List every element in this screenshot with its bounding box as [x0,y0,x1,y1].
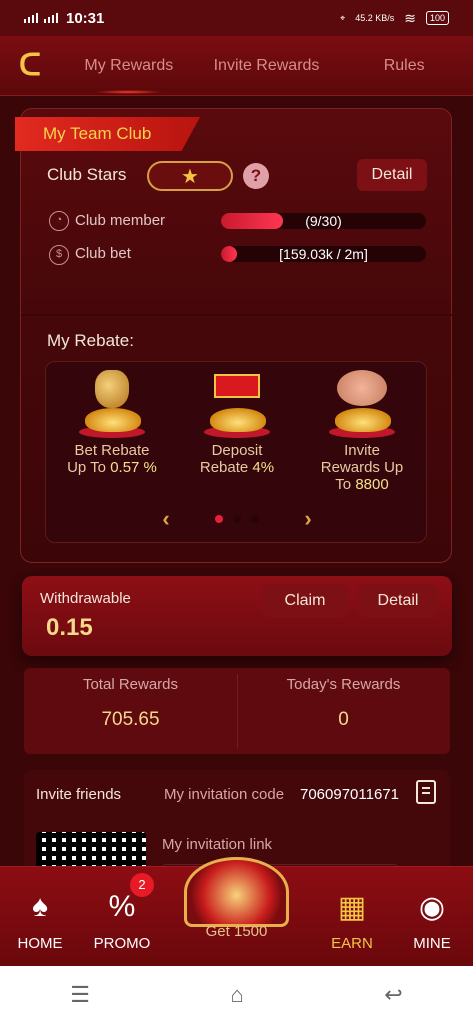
spade-icon: ♠ [32,890,48,923]
todays-rewards-value: 0 [338,709,349,730]
tab-rules[interactable]: Rules [335,36,473,96]
clock: 10:31 [66,9,105,27]
gift-icon: ▦ [337,890,367,924]
tab-my-rewards[interactable]: My Rewards [60,36,198,96]
mine-icon: ◉ [418,890,446,924]
invite-friends-title: Invite friends [36,786,122,803]
rebate-title: My Rebate: [47,331,134,350]
rebate-deposit-value: 4% [252,459,275,476]
claim-button[interactable]: Claim [262,584,348,618]
nav-earn-label: EARN [331,935,373,952]
rewards-summary: Total Rewards 705.65 Today's Rewards 0 [24,668,450,754]
back-button[interactable]: ᑕ [0,36,60,96]
top-nav: ᑕ My Rewards Invite Rewards Rules [0,36,473,96]
bottom-nav: ♠ HOME % 2 PROMO Get 1500 ▦ EARN ◉ MINE [0,857,473,966]
invitation-code: 706097011671 [300,786,399,803]
nav-home-label: HOME [17,935,63,952]
rebate-bet-line2: Up To [67,459,111,476]
club-bet-label: Club bet [75,245,131,262]
nav-earn[interactable]: ▦ EARN [312,885,392,953]
rebate-bet-line1: Bet Rebate [74,442,150,459]
club-member-label: Club member [75,212,166,229]
rebate-item-deposit: Deposit Rebate 4% [177,368,297,476]
rebate-item-invite: Invite Rewards Up To 8800 [302,368,422,493]
star-icon: ★ [181,165,199,188]
nav-mine-label: MINE [413,935,451,952]
home-icon[interactable]: ⌂ [230,982,243,1008]
help-icon[interactable]: ? [243,163,269,189]
back-arrow-icon: ᑕ [19,49,41,82]
bet-icon: $ [49,245,69,265]
club-member-bar: (9/30) [221,213,426,229]
club-bet-bar: [159.03k / 2m] [221,246,426,262]
withdrawable-label: Withdrawable [40,590,131,607]
total-rewards-label: Total Rewards [82,676,179,693]
nav-mine[interactable]: ◉ MINE [392,885,472,953]
tab-invite-rewards[interactable]: Invite Rewards [198,36,336,96]
team-club-card: My Team Club Club Stars ★ ? Detail ◔ Clu… [15,108,453,563]
signal-icon [24,13,38,23]
chevron-right-icon[interactable]: › [299,508,317,530]
total-rewards: Total Rewards 705.65 [24,668,237,754]
location-icon: ⌖ [340,12,346,23]
chevron-left-icon[interactable]: ‹ [157,508,175,530]
qr-code [36,832,146,866]
lucky-wheel-icon[interactable] [184,857,289,927]
pager-dot-1[interactable] [215,515,223,523]
pager-dot-2[interactable] [233,515,241,523]
menu-icon[interactable]: ☰ [70,982,90,1008]
system-nav: ☰ ⌂ ↩ [0,966,473,1024]
get-bonus-label[interactable]: Get 1500 [184,923,289,940]
invitation-link-label: My invitation link [162,836,273,853]
invitation-code-label: My invitation code [164,786,285,803]
club-stars-label: Club Stars [47,165,127,184]
nav-home[interactable]: ♠ HOME [0,885,80,952]
carousel-pager: ‹ › [46,508,428,530]
rebate-invite-line1: Invite [344,442,380,459]
status-bar: 10:31 ⌖ 45.2 KB/s ≋ 100 [0,0,473,36]
user-icon: ◔ [49,211,69,231]
content-scroll[interactable]: My Team Club Club Stars ★ ? Detail ◔ Clu… [0,96,473,866]
rebate-item-bet: Bet Rebate Up To 0.57 % [52,368,172,476]
rebate-invite-line2: Rewards Up [320,459,404,476]
back-icon[interactable]: ↩ [384,982,402,1008]
withdraw-card: Withdrawable 0.15 Claim Detail [22,576,452,656]
club-bet-value: [159.03k / 2m] [279,246,368,262]
copy-icon[interactable] [416,780,436,804]
withdraw-detail-button[interactable]: Detail [358,584,438,618]
signal-icon-2 [44,13,58,23]
club-stars-badge: ★ [147,161,233,191]
rebate-deposit-line2: Rebate [199,459,253,476]
money-bag-icon [77,368,147,438]
gift-coins-icon [202,368,272,438]
todays-rewards-label: Today's Rewards [286,676,401,693]
rebate-invite-line3: To [335,476,356,493]
total-rewards-value: 705.65 [101,709,160,730]
withdrawable-value: 0.15 [46,614,93,641]
rebate-deposit-line1: Deposit [211,442,263,459]
nav-promo[interactable]: % 2 PROMO [82,873,162,952]
battery-icon: 100 [425,11,449,25]
promo-badge: 2 [130,873,154,897]
network-speed: 45.2 KB/s [355,13,395,23]
divider [21,314,453,316]
pager-dot-3[interactable] [251,515,259,523]
club-member-value: (9/30) [305,213,342,229]
rebate-bet-value: 0.57 % [110,459,157,476]
club-detail-button[interactable]: Detail [357,159,427,191]
nav-promo-label: PROMO [93,935,151,952]
rebate-carousel[interactable]: Bet Rebate Up To 0.57 % Deposit Rebate 4… [45,361,427,543]
wifi-icon: ≋ [404,9,416,26]
rebate-invite-value: 8800 [355,476,389,493]
invite-card: Invite friends My invitation code 706097… [24,770,450,866]
todays-rewards: Today's Rewards 0 [237,668,450,754]
handshake-coins-icon [327,368,397,438]
team-club-title: My Team Club [15,117,200,151]
